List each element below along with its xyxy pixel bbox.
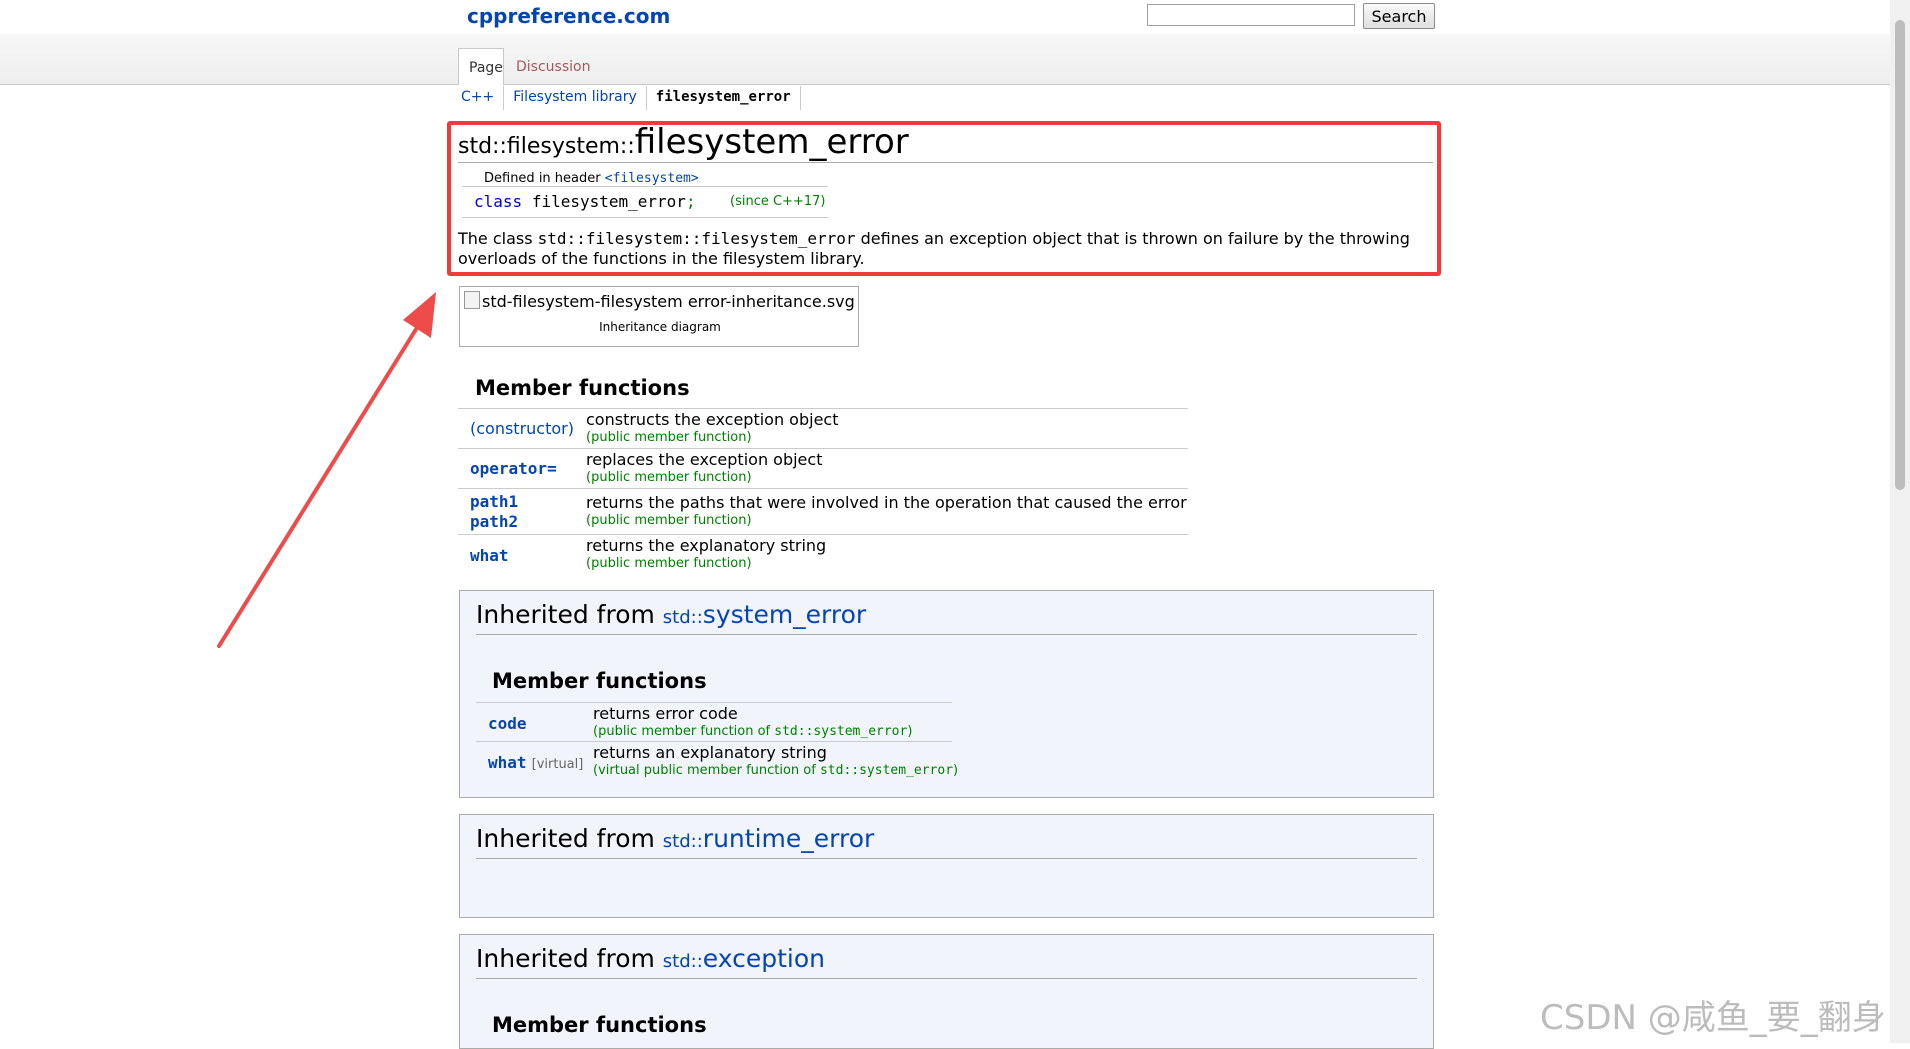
breadcrumb: C++ Filesystem library filesystem_error [452, 86, 801, 110]
mark-code: std::system_error [774, 724, 908, 739]
table-row [458, 488, 1188, 489]
member-path1-link[interactable]: path1 [470, 492, 518, 511]
inherited-class-link[interactable]: std::system_error [663, 600, 866, 629]
breadcrumb-cpp[interactable]: C++ [452, 86, 505, 110]
member-desc: replaces the exception object [586, 450, 823, 469]
inherited-ns: std:: [662, 607, 703, 628]
member-functions-heading: Member functions [475, 376, 690, 400]
top-header: cppreference.com Search Page Discussion [0, 0, 1890, 85]
member-desc: returns the explanatory string [586, 536, 827, 555]
mark-code: std::system_error [819, 763, 954, 778]
vertical-scrollbar[interactable] [1890, 0, 1910, 1043]
watermark: CSDN @咸鱼_要_翻身 [1540, 998, 1886, 1038]
inherited-class-link[interactable]: std::exception [663, 944, 825, 973]
inherited-title: Inherited from std::exception [476, 944, 825, 973]
table-row [458, 448, 1188, 449]
member-constructor-link[interactable]: (constructor) [470, 419, 574, 438]
member-desc: returns error code [593, 704, 738, 723]
tab-page[interactable]: Page [458, 48, 504, 85]
inherited-ns: std:: [662, 831, 703, 852]
table-row [476, 741, 952, 742]
inherited-label: Inherited from [476, 944, 663, 973]
mark-prefix: (virtual public member function of [593, 763, 820, 778]
tab-discussion[interactable]: Discussion [506, 48, 598, 84]
broken-image-icon [464, 291, 480, 309]
mark-suffix: ) [953, 763, 959, 778]
inherited-class-link[interactable]: std::runtime_error [663, 824, 874, 853]
breadcrumb-current: filesystem_error [646, 86, 801, 110]
inherited-what-cell: what [virtual] [488, 753, 583, 772]
inherited-ns: std:: [662, 951, 703, 972]
inherited-what-link[interactable]: what [488, 753, 527, 772]
inherited-name: system_error [702, 600, 867, 629]
inherited-title: Inherited from std::runtime_error [476, 824, 874, 853]
table-row [458, 534, 1188, 535]
inherited-system-error: Inherited from std::system_error Member … [459, 590, 1434, 798]
breadcrumb-filesystem-library[interactable]: Filesystem library [504, 86, 647, 110]
scrollbar-thumb[interactable] [1895, 20, 1905, 490]
member-mark: (public member function) [586, 513, 752, 528]
inherited-exception: Inherited from std::exception Member fun… [459, 934, 1434, 1049]
divider [476, 858, 1417, 859]
table-row [458, 408, 1188, 409]
inherited-title: Inherited from std::system_error [476, 600, 866, 629]
inherited-name: runtime_error [702, 824, 875, 853]
member-desc: returns the paths that were involved in … [586, 493, 1187, 512]
annotation-highlight-box [447, 121, 1441, 276]
diagram-caption: Inheritance diagram [599, 320, 721, 334]
member-functions-heading: Member functions [492, 1013, 707, 1037]
divider [476, 634, 1417, 635]
mark-suffix: ) [907, 724, 913, 739]
member-what-link[interactable]: what [470, 546, 509, 565]
inherited-label: Inherited from [476, 600, 663, 629]
member-functions-heading: Member functions [492, 669, 707, 693]
member-mark: (public member function) [586, 430, 752, 445]
member-mark: (public member function of std::system_e… [593, 724, 912, 739]
search-button[interactable]: Search [1363, 3, 1435, 29]
inherited-label: Inherited from [476, 824, 663, 853]
inherited-name: exception [702, 944, 825, 973]
site-logo-link[interactable]: cppreference.com [467, 4, 670, 28]
mark-prefix: (public member function of [593, 724, 775, 739]
divider [476, 978, 1417, 979]
inheritance-diagram: std-filesystem-filesystem error-inherita… [459, 286, 859, 347]
member-operator-assign-link[interactable]: operator= [470, 459, 557, 478]
member-desc: constructs the exception object [586, 410, 839, 429]
search-input[interactable] [1147, 4, 1355, 26]
virtual-marker: [virtual] [531, 757, 584, 772]
member-mark: (virtual public member function of std::… [593, 763, 958, 778]
table-row [476, 702, 952, 703]
member-mark: (public member function) [586, 556, 752, 571]
member-path2-link[interactable]: path2 [470, 512, 518, 531]
member-desc: returns an explanatory string [593, 743, 827, 762]
inherited-code-link[interactable]: code [488, 714, 527, 733]
diagram-alt-text: std-filesystem-filesystem error-inherita… [482, 292, 855, 311]
diagram-image: std-filesystem-filesystem error-inherita… [464, 291, 855, 311]
member-mark: (public member function) [586, 470, 752, 485]
inherited-runtime-error: Inherited from std::runtime_error [459, 814, 1434, 918]
